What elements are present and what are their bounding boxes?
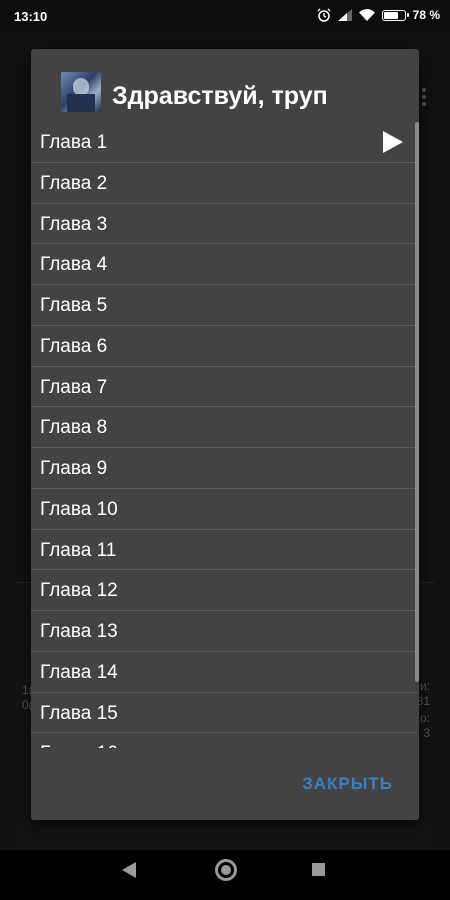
chapter-item[interactable]: Глава 1 xyxy=(31,122,417,163)
chapter-label: Глава 8 xyxy=(40,417,108,439)
dialog-footer: ЗАКРЫТЬ xyxy=(31,748,419,820)
chapters-dialog: Здравствуй, труп Глава 1 Глава 2 Глава 3 Гл… xyxy=(31,49,419,820)
chapter-item[interactable]: Глава 7 xyxy=(31,367,417,408)
background-text: 3 xyxy=(423,726,430,740)
status-icons: 78 % xyxy=(317,8,440,22)
recents-icon[interactable] xyxy=(312,863,325,876)
chapter-item[interactable]: Глава 2 xyxy=(31,163,417,204)
chapter-item[interactable]: Глава 4 xyxy=(31,244,417,285)
chapter-item[interactable]: Глава 9 xyxy=(31,448,417,489)
chapter-label: Глава 1 xyxy=(40,132,108,153)
chapter-label: Глава 13 xyxy=(40,621,118,642)
chapter-item[interactable]: Глава 13 xyxy=(31,611,417,652)
chapter-item[interactable]: Глава 10 xyxy=(31,489,417,530)
dialog-title: Здравствуй, труп xyxy=(112,82,328,110)
chapter-item[interactable]: Глава 14 xyxy=(31,652,417,693)
chapter-label: Глава 11 xyxy=(40,539,117,561)
back-icon[interactable] xyxy=(122,862,136,878)
battery-fill xyxy=(383,11,398,19)
battery-percent: 78 % xyxy=(412,8,440,22)
dialog-header: Здравствуй, труп xyxy=(31,49,419,122)
chapter-label: Глава 7 xyxy=(40,376,108,398)
wifi-icon xyxy=(358,9,375,21)
status-time: 13:10 xyxy=(14,9,48,24)
signal-icon xyxy=(337,9,352,21)
chapter-label: Глава 15 xyxy=(40,702,118,724)
chapter-item[interactable]: Глава 8 xyxy=(31,407,417,448)
navigation-bar xyxy=(0,850,450,900)
chapter-item[interactable]: Глава 6 xyxy=(31,326,417,367)
chapter-label: Глава 14 xyxy=(40,661,118,683)
chapter-label: Глава 2 xyxy=(40,172,108,194)
book-cover-image xyxy=(61,72,101,112)
chapter-label: Глава 4 xyxy=(40,254,108,276)
chapter-item[interactable]: Глава 12 xyxy=(31,570,417,611)
chapter-item[interactable]: Глава 3 xyxy=(31,204,417,245)
chapter-label: Глава 10 xyxy=(40,498,118,520)
chapter-label: Глава 6 xyxy=(40,335,108,357)
close-button[interactable]: ЗАКРЫТЬ xyxy=(302,774,393,794)
chapter-label: Глава 5 xyxy=(40,295,108,316)
chapter-list[interactable]: Глава 1 Глава 2 Глава 3 Глава 4 Глава 5 Глава… xyxy=(31,122,417,748)
play-icon[interactable] xyxy=(383,131,403,153)
battery-icon xyxy=(381,9,409,21)
chapter-label: Глава 9 xyxy=(40,458,108,479)
chapter-label: Глава 12 xyxy=(40,580,118,602)
chapter-item[interactable]: Глава 5 xyxy=(31,285,417,326)
chapter-item[interactable]: Глава 11 xyxy=(31,530,417,571)
home-icon[interactable] xyxy=(215,859,237,881)
status-bar: 13:10 78 % xyxy=(0,0,450,32)
screen: 13:10 78 % 1(0(и: 31 о: 3 Здравствуй, … xyxy=(0,0,450,900)
list-scrollbar[interactable] xyxy=(415,122,419,682)
chapter-label: Глава 3 xyxy=(40,213,108,235)
background-text: и: xyxy=(419,679,430,693)
overflow-menu-icon xyxy=(422,88,426,109)
alarm-icon xyxy=(317,8,331,22)
chapter-item[interactable]: Глава 16 xyxy=(31,733,417,748)
background-text: о: xyxy=(419,711,430,725)
chapter-item[interactable]: Глава 15 xyxy=(31,693,417,734)
